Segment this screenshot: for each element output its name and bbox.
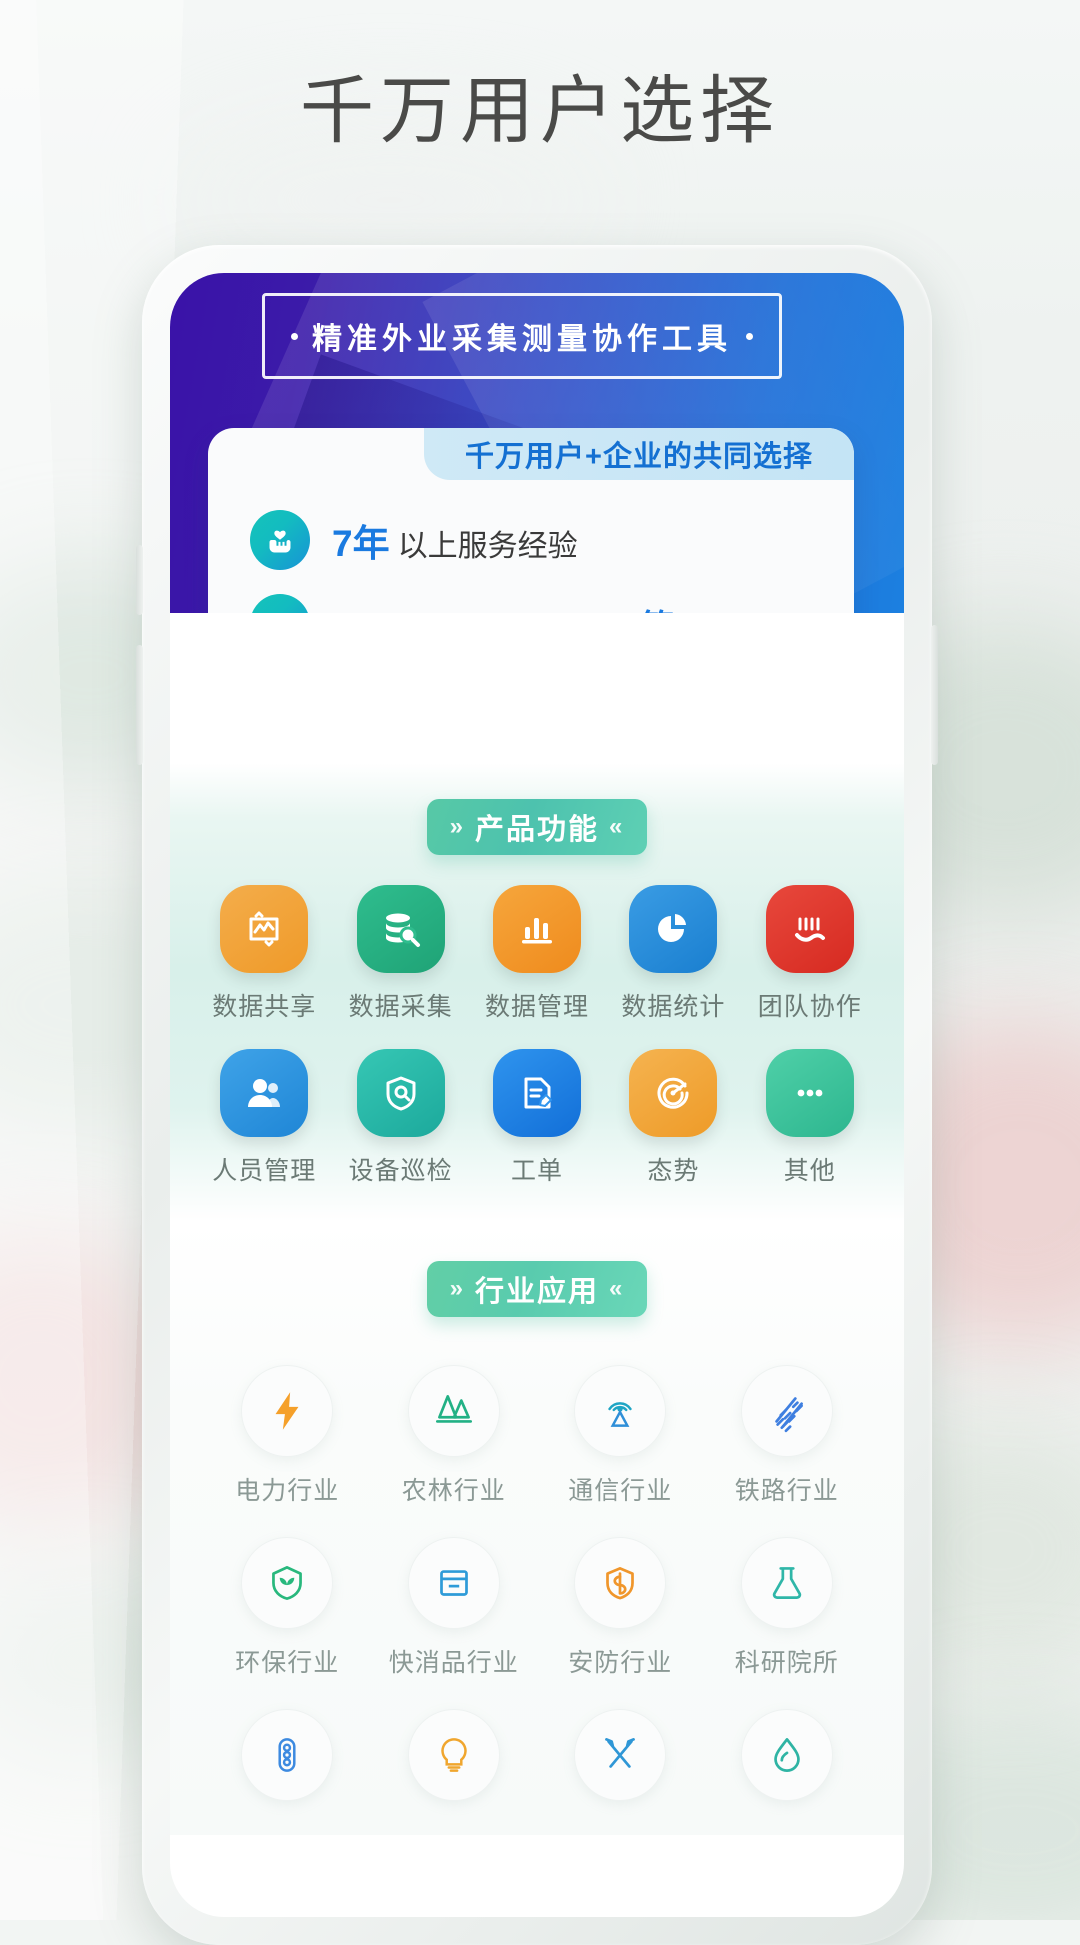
product-function-title: 产品功能 [474,814,599,846]
industry-item-label: 农林行业 [401,1477,506,1505]
product-item-label: 团队协作 [757,993,862,1021]
feature-row-text: 7年 以上服务经验 [332,513,578,567]
industry-item-fmcg[interactable]: 快消品行业 [371,1537,538,1679]
industry-item-power[interactable]: 电力行业 [204,1365,371,1507]
banner-title-box: 精准外业采集测量协作工具 [262,293,782,379]
chevron-left-icon: « [609,1275,625,1302]
product-item-label: 数据共享 [212,993,317,1021]
product-item-data-share[interactable]: 数据共享 [196,885,332,1023]
bar-chart-icon [492,885,581,973]
card-spacer [170,613,904,763]
product-function-section: » 产品功能 « 数据共享 数据采集 数据管理 数据统计 团队协作 人员管理 设… [170,763,904,1221]
product-item-staff-manage[interactable]: 人员管理 [196,1049,332,1187]
data-share-icon [220,885,309,973]
page-title: 千万用户选择 [300,69,780,152]
product-item-label: 数据采集 [348,993,453,1021]
traffic-light-icon [241,1709,334,1801]
user-manage-icon [220,1049,309,1137]
chevron-left-icon: « [609,813,625,840]
product-item-label: 数据管理 [484,993,589,1021]
product-item-device-inspect[interactable]: 设备巡检 [332,1049,468,1187]
industry-item-security[interactable]: 安防行业 [537,1537,704,1679]
product-item-data-manage[interactable]: 数据管理 [469,885,605,1023]
phone-screen: 精准外业采集测量协作工具 千万用户+企业的共同选择 7年 以上服务经验 » 产品… [170,273,904,1917]
product-function-title-pill: » 产品功能 « [427,799,647,855]
industry-application-section: » 行业应用 « 电力行业 农林行业 通信行业 铁路行业 环保行业 快消品行业 … [170,1221,904,1835]
feature-card: 千万用户+企业的共同选择 7年 以上服务经验 [208,428,854,613]
feature-row: 安卓市场行业排名好评 第一 [250,582,854,613]
industry-item-tools[interactable] [537,1709,704,1815]
team-chart-icon [765,885,854,973]
chevron-right-icon: » [449,813,465,840]
product-item-other[interactable]: 其他 [742,1049,878,1187]
flask-icon [740,1537,833,1629]
database-search-icon [356,885,445,973]
water-drop-icon [740,1709,833,1801]
product-item-situation[interactable]: 态势 [605,1049,741,1187]
industry-item-traffic[interactable] [204,1709,371,1815]
forest-icon [407,1365,500,1457]
banner-title: 精准外业采集测量协作工具 [312,323,732,356]
industry-item-label: 安防行业 [568,1649,673,1677]
tools-icon [574,1709,667,1801]
industry-item-agriculture[interactable]: 农林行业 [371,1365,538,1507]
security-icon [574,1537,667,1629]
feature-row-label: 以上服务经验 [397,530,578,563]
industry-item-telecom[interactable]: 通信行业 [537,1365,704,1507]
product-item-work-order[interactable]: 工单 [469,1049,605,1187]
feature-card-header: 千万用户+企业的共同选择 [424,428,854,480]
pie-chart-icon [629,885,718,973]
product-item-team-collab[interactable]: 团队协作 [742,885,878,1023]
industry-title-pill: » 行业应用 « [427,1261,647,1317]
work-order-icon [492,1049,581,1137]
radar-icon [629,1049,718,1137]
feature-card-header-text: 千万用户+企业的共同选择 [465,441,813,473]
chevron-right-icon: » [449,1275,465,1302]
industry-item-research[interactable]: 科研院所 [704,1537,871,1679]
feature-row: 7年 以上服务经验 [250,498,854,582]
industry-title: 行业应用 [474,1276,599,1308]
crown-icon [250,594,310,613]
more-dots-icon [765,1049,854,1137]
feature-rows: 7年 以上服务经验 安卓市场行业排名好评 第一 [208,480,854,613]
product-item-label: 态势 [647,1157,700,1185]
antenna-icon [574,1365,667,1457]
banner-dot-right-icon [746,332,753,340]
phone-mockup: 精准外业采集测量协作工具 千万用户+企业的共同选择 7年 以上服务经验 » 产品… [136,245,938,1945]
product-item-label: 人员管理 [212,1157,317,1185]
industry-item-energy[interactable] [371,1709,538,1815]
industry-item-label: 电力行业 [235,1477,340,1505]
feature-row-highlight: 7年 [332,523,390,564]
product-item-label: 设备巡检 [348,1157,453,1185]
heart-hands-icon [250,510,310,570]
phone-side-button [931,625,938,765]
industry-item-railway[interactable]: 铁路行业 [704,1365,871,1507]
feature-row-label: 安卓市场行业排名好评 [332,604,632,614]
top-banner: 精准外业采集测量协作工具 千万用户+企业的共同选择 7年 以上服务经验 [170,273,904,613]
leaf-shield-icon [241,1537,334,1629]
railway-icon [740,1365,833,1457]
industry-grid: 电力行业 农林行业 通信行业 铁路行业 环保行业 快消品行业 安防行业 科研院所 [170,1347,904,1815]
industry-item-label: 科研院所 [734,1649,839,1677]
feature-row-text: 安卓市场行业排名好评 第一 [332,600,708,614]
product-item-label: 其他 [783,1157,836,1185]
product-item-label: 数据统计 [621,993,726,1021]
industry-item-label: 通信行业 [568,1477,673,1505]
lightning-icon [241,1365,334,1457]
product-function-grid: 数据共享 数据采集 数据管理 数据统计 团队协作 人员管理 设备巡检 工单 态势… [170,885,904,1187]
shield-check-icon [356,1049,445,1137]
industry-item-label: 快消品行业 [388,1649,519,1677]
product-item-data-collect[interactable]: 数据采集 [332,885,468,1023]
product-item-data-stats[interactable]: 数据统计 [605,885,741,1023]
bulb-icon [407,1709,500,1801]
box-icon [407,1537,500,1629]
industry-item-environment[interactable]: 环保行业 [204,1537,371,1679]
industry-item-label: 环保行业 [235,1649,340,1677]
feature-row-highlight: 第一 [640,600,708,614]
banner-dot-left-icon [291,332,298,340]
industry-item-water[interactable] [704,1709,871,1815]
product-item-label: 工单 [510,1157,563,1185]
industry-item-label: 铁路行业 [734,1477,839,1505]
